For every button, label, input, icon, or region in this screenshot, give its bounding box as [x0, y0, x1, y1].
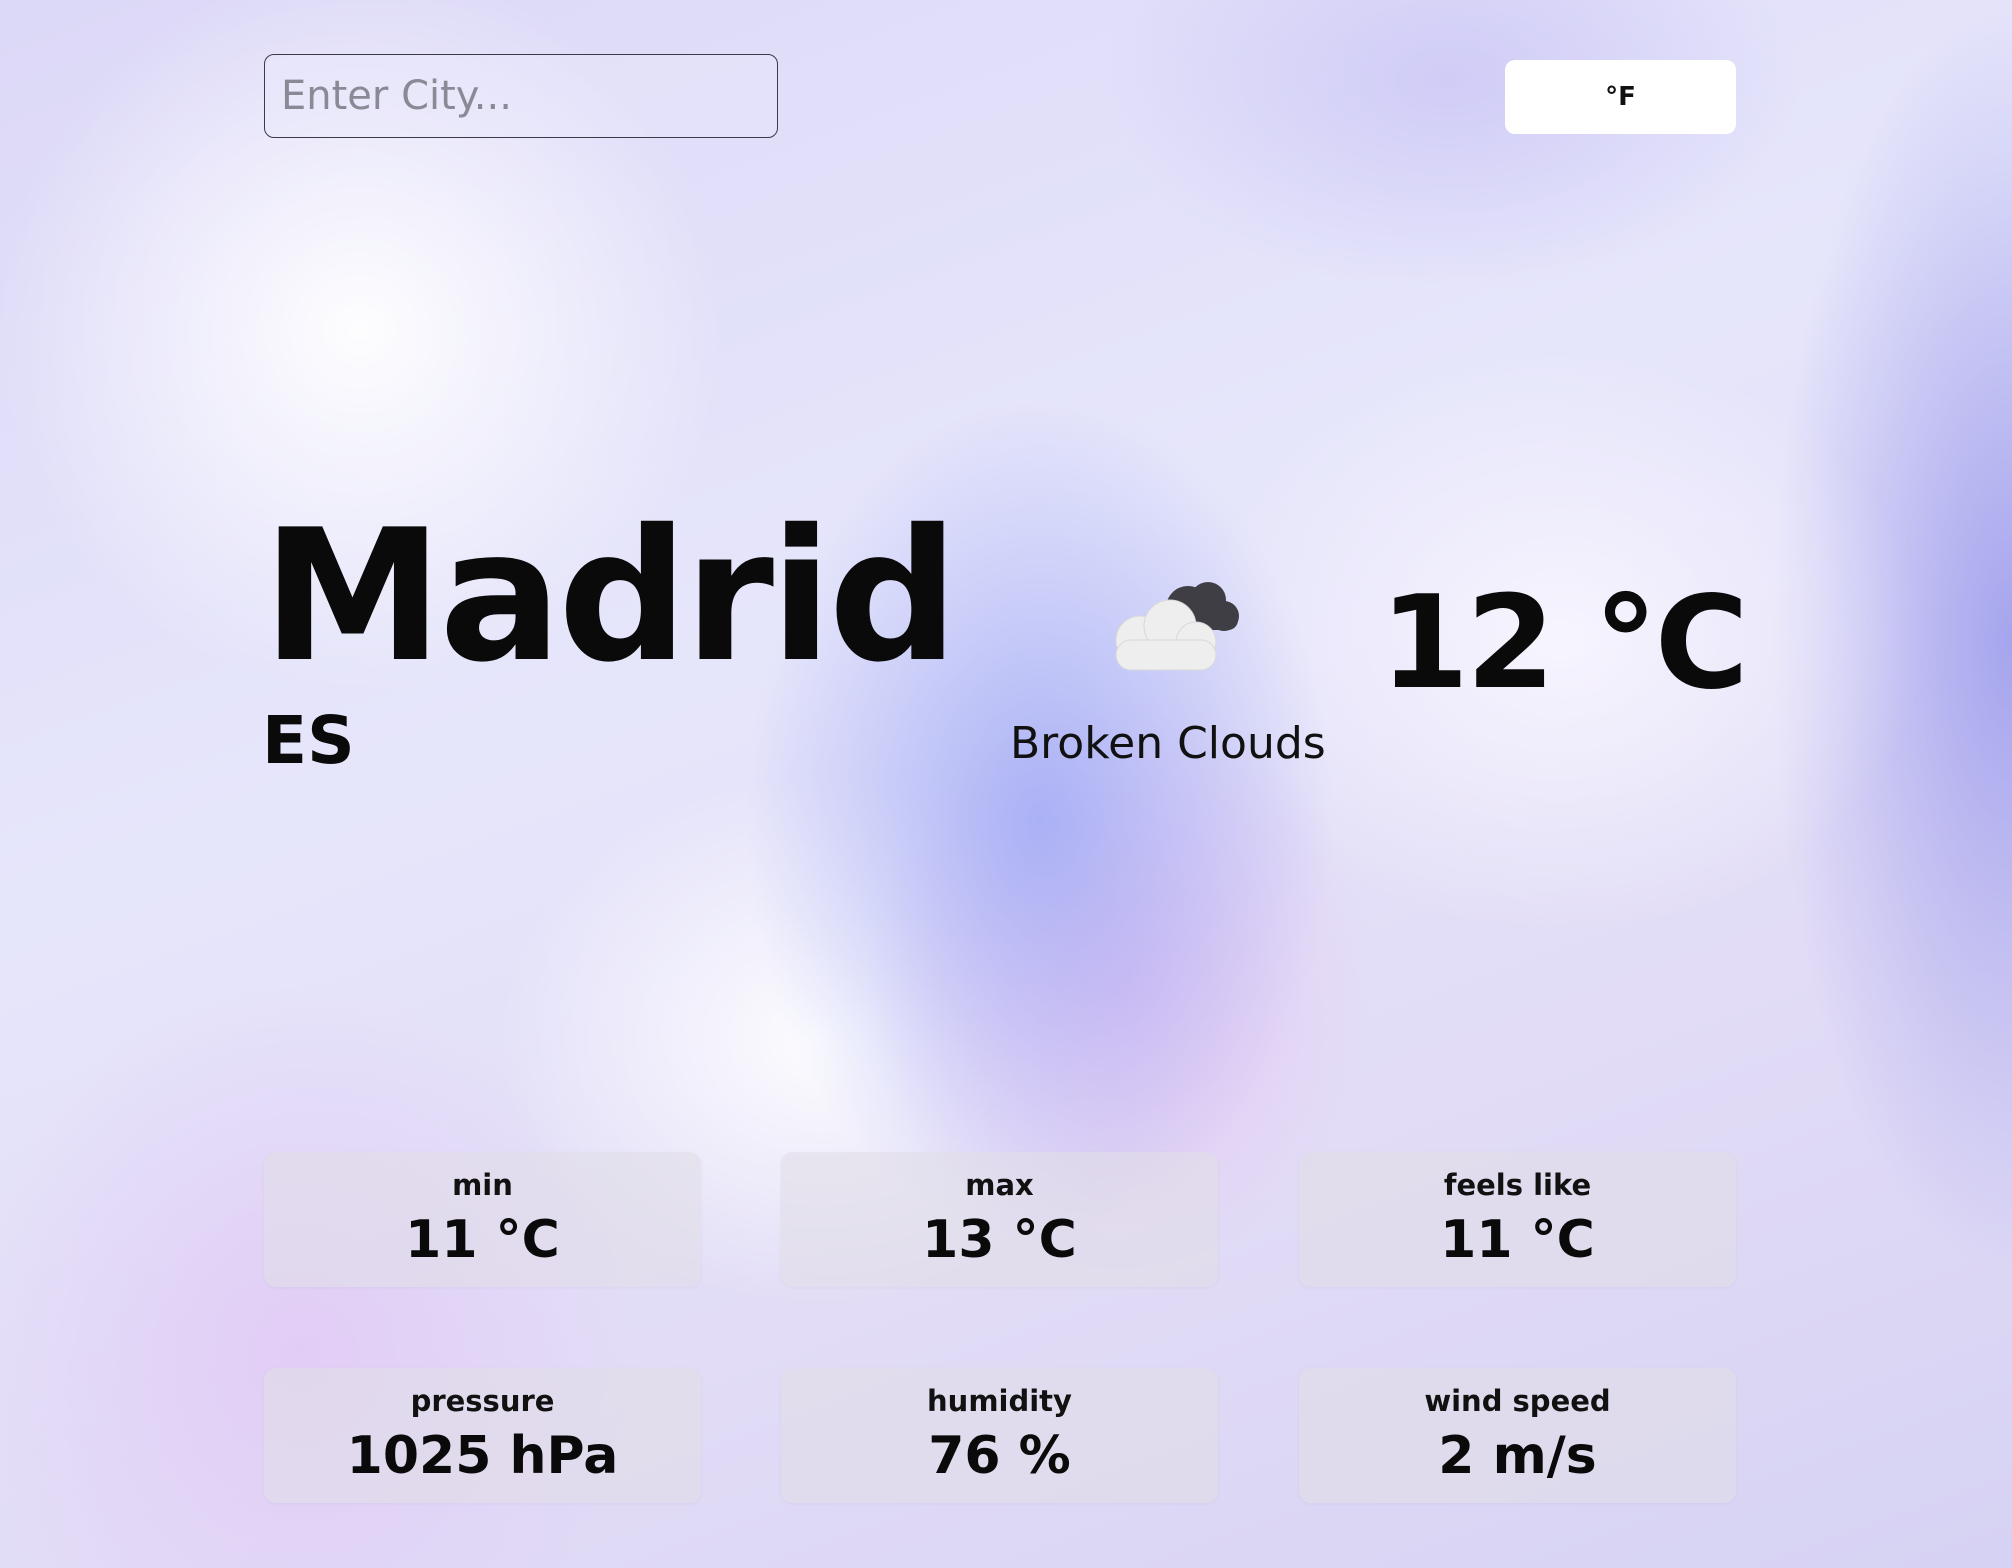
stat-value: 2 m/s — [1438, 1426, 1597, 1486]
current-temperature: 12 °C — [1380, 569, 1749, 718]
stat-card-feels-like: feels like 11 °C — [1299, 1152, 1736, 1287]
broken-clouds-icon — [1100, 570, 1250, 680]
weather-description: Broken Clouds — [1010, 718, 1326, 769]
stat-label: min — [452, 1168, 513, 1202]
stat-value: 1025 hPa — [346, 1426, 619, 1486]
stat-value: 13 °C — [922, 1210, 1077, 1270]
stat-label: pressure — [410, 1384, 555, 1418]
stat-label: humidity — [927, 1384, 1072, 1418]
city-search-input[interactable] — [264, 54, 778, 138]
stat-label: feels like — [1443, 1168, 1592, 1202]
stat-card-max: max 13 °C — [781, 1152, 1218, 1287]
stat-value: 76 % — [928, 1426, 1071, 1486]
country-code: ES — [262, 702, 355, 779]
stat-label: max — [965, 1168, 1034, 1202]
stat-card-humidity: humidity 76 % — [781, 1368, 1218, 1503]
stat-value: 11 °C — [1440, 1210, 1595, 1270]
stat-card-pressure: pressure 1025 hPa — [264, 1368, 701, 1503]
stat-card-wind-speed: wind speed 2 m/s — [1299, 1368, 1736, 1503]
unit-toggle-button[interactable]: °F — [1505, 60, 1736, 134]
stat-card-min: min 11 °C — [264, 1152, 701, 1287]
stat-value: 11 °C — [405, 1210, 560, 1270]
stat-label: wind speed — [1424, 1384, 1611, 1418]
city-name: Madrid — [262, 490, 959, 702]
